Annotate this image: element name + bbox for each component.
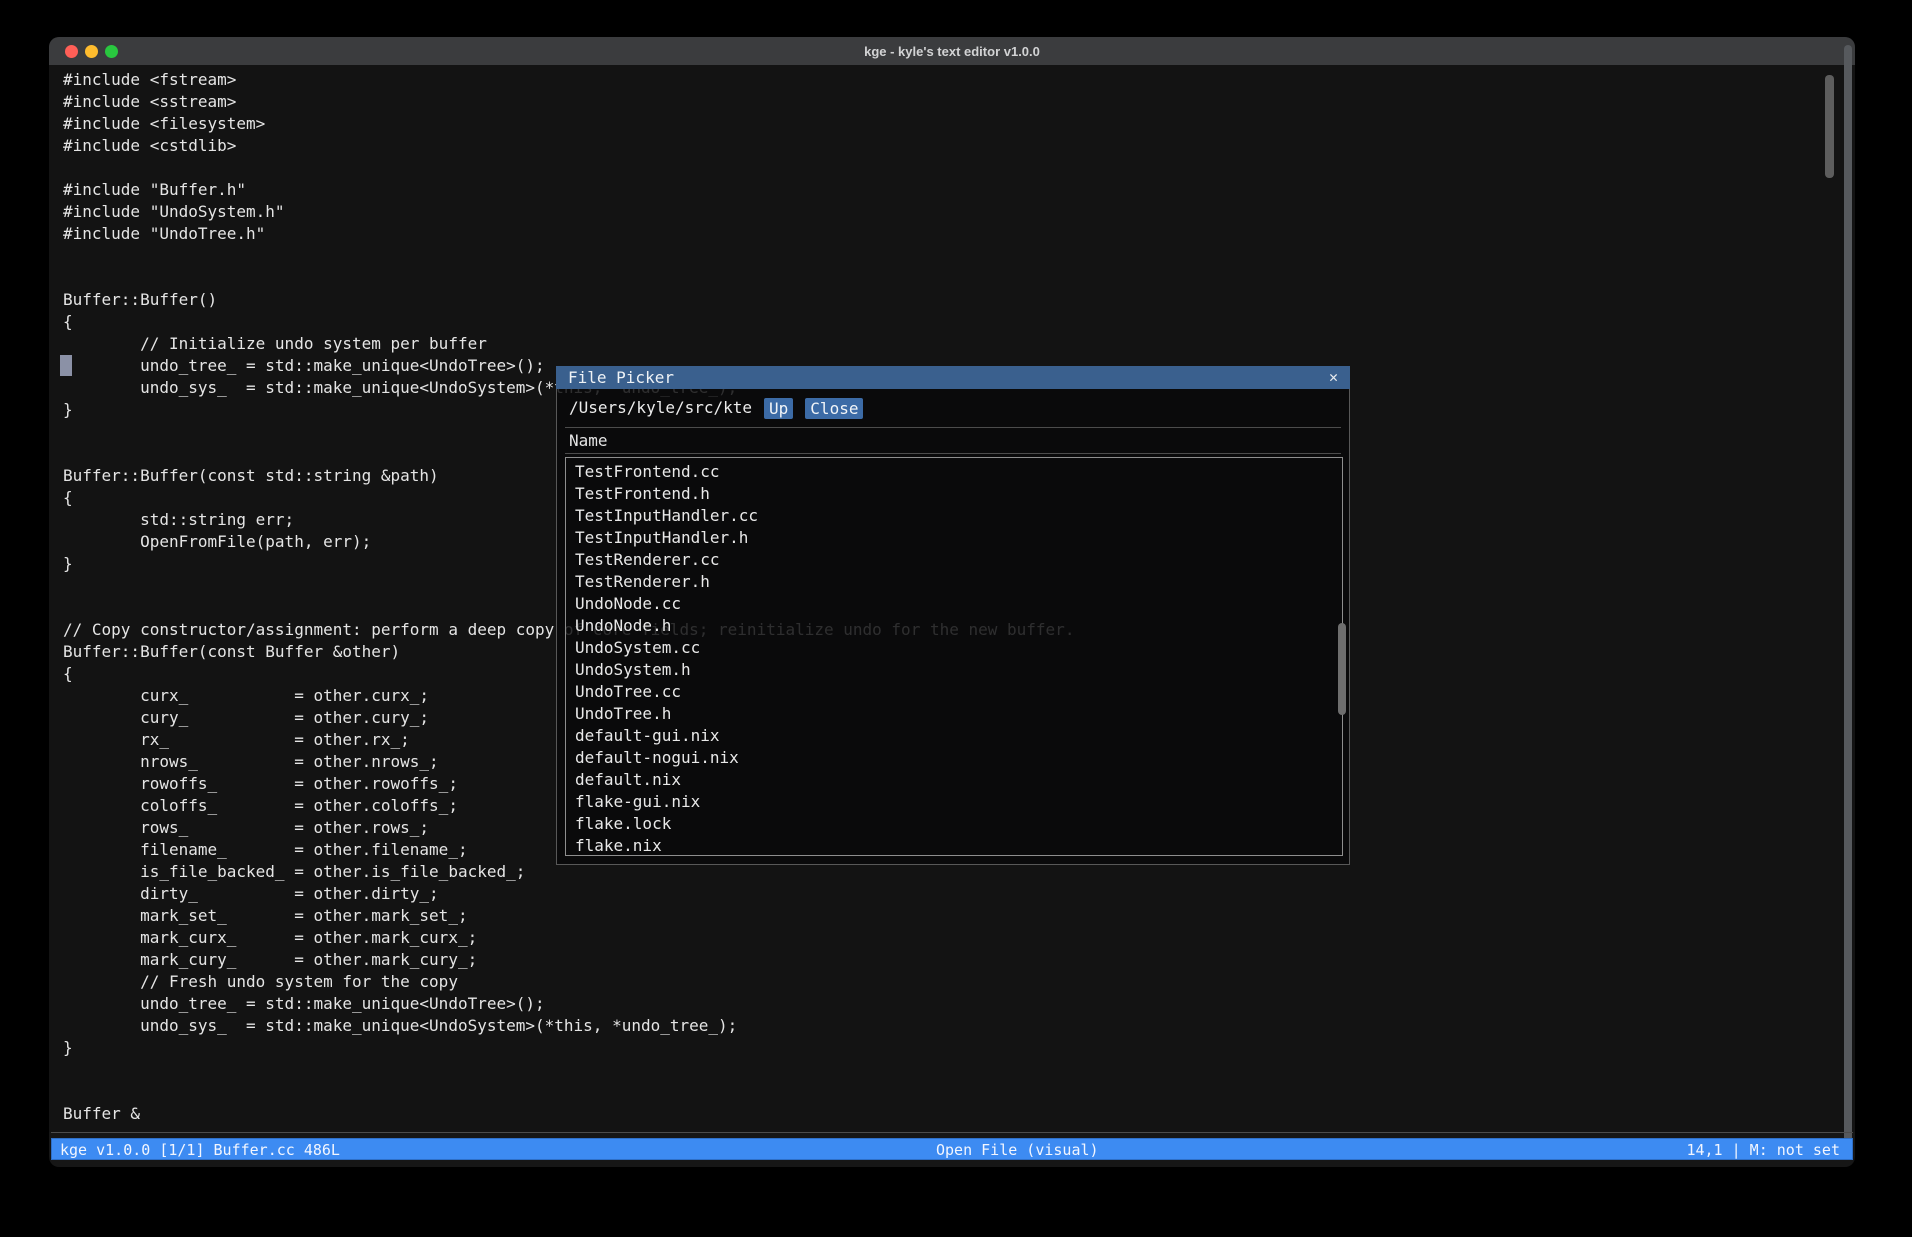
file-list-item[interactable]: default.nix [566, 769, 1342, 791]
file-list-item[interactable]: TestInputHandler.h [566, 527, 1342, 549]
file-list-item[interactable]: TestFrontend.cc [566, 461, 1342, 483]
file-list-item[interactable]: UndoSystem.cc [566, 637, 1342, 659]
editor-viewport[interactable]: #include <fstream> #include <sstream> #i… [49, 65, 1855, 1132]
status-cursor-info: 14,1 | M: not set [1686, 1140, 1840, 1160]
file-list-item[interactable]: flake-gui.nix [566, 791, 1342, 813]
file-list: TestFrontend.ccTestFrontend.hTestInputHa… [565, 457, 1343, 856]
window-titlebar: kge - kyle's text editor v1.0.0 [49, 37, 1855, 65]
file-list-item[interactable]: UndoTree.cc [566, 681, 1342, 703]
divider [565, 427, 1341, 428]
column-header-name: Name [569, 430, 608, 452]
divider [51, 1132, 1853, 1133]
file-list-item[interactable]: TestRenderer.h [566, 571, 1342, 593]
file-list-item[interactable]: TestInputHandler.cc [566, 505, 1342, 527]
file-list-item[interactable]: flake.nix [566, 835, 1342, 856]
file-list-item[interactable]: UndoTree.h [566, 703, 1342, 725]
status-mode: Open File (visual) [936, 1140, 1099, 1160]
file-list-item[interactable]: TestFrontend.h [566, 483, 1342, 505]
text-cursor [60, 355, 72, 376]
file-list-item[interactable]: UndoNode.h [566, 615, 1342, 637]
file-list-item[interactable]: UndoSystem.h [566, 659, 1342, 681]
file-list-item[interactable]: default-gui.nix [566, 725, 1342, 747]
status-bar: kge v1.0.0 [1/1] Buffer.cc 486L Open Fil… [51, 1138, 1853, 1160]
app-window: kge - kyle's text editor v1.0.0 #include… [49, 37, 1855, 1167]
file-list-item[interactable]: UndoNode.cc [566, 593, 1342, 615]
file-list-item[interactable]: flake.lock [566, 813, 1342, 835]
window-close-button[interactable] [65, 45, 78, 58]
window-minimize-button[interactable] [85, 45, 98, 58]
file-picker-title: File Picker [568, 368, 674, 387]
window-scrollbar-track[interactable] [1844, 45, 1852, 1157]
file-list-item[interactable]: TestRenderer.cc [566, 549, 1342, 571]
window-title: kge - kyle's text editor v1.0.0 [49, 44, 1855, 59]
status-file-info: kge v1.0.0 [1/1] Buffer.cc 486L [60, 1140, 340, 1160]
window-zoom-button[interactable] [105, 45, 118, 58]
file-picker-dialog: File Picker ✕ /Users/kyle/src/kte Up Clo… [556, 366, 1350, 865]
file-list-scrollbar-thumb[interactable] [1338, 623, 1346, 715]
traffic-lights [65, 45, 118, 58]
divider [565, 453, 1341, 454]
dialog-close-icon[interactable]: ✕ [1329, 366, 1338, 389]
editor-scrollbar-thumb[interactable] [1825, 75, 1834, 178]
file-list-item[interactable]: default-nogui.nix [566, 747, 1342, 769]
close-button[interactable]: Close [805, 398, 863, 419]
file-picker-path-row: /Users/kyle/src/kte Up Close [569, 397, 863, 419]
up-button[interactable]: Up [764, 398, 793, 419]
current-path: /Users/kyle/src/kte [569, 397, 752, 419]
file-picker-titlebar[interactable]: File Picker ✕ [556, 366, 1350, 389]
